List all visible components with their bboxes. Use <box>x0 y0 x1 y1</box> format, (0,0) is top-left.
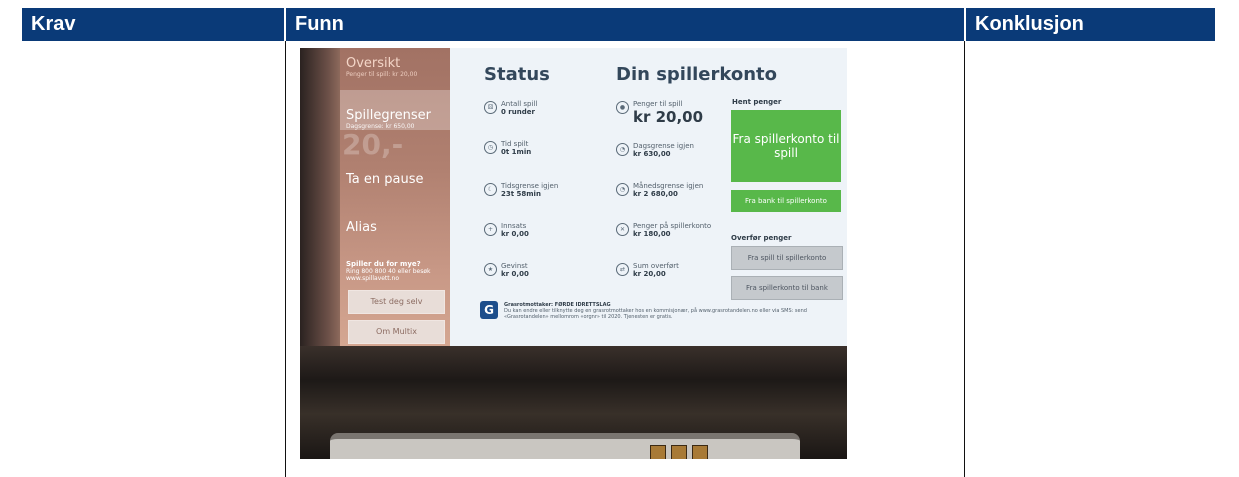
header-krav: Krav <box>22 8 284 41</box>
transfer-icon: ⇄ <box>616 263 629 276</box>
help-title: Spiller du for mye? <box>346 260 421 268</box>
main-panel: Status Din spillerkonto ⚄ Antall spill 0… <box>450 48 847 346</box>
stat-value: kr 20,00 <box>633 270 666 278</box>
sidebar-item-pause[interactable]: Ta en pause <box>346 172 424 187</box>
status-title: Status <box>484 64 550 85</box>
sidebar-item-label: Ta en pause <box>346 172 424 187</box>
moon-icon: ☾ <box>484 183 497 196</box>
stat-label: Sum overført <box>633 262 679 270</box>
sidebar: 20,- Oversikt Penger til spill: kr 20,00… <box>340 48 450 346</box>
stat-label: Dagsgrense igjen <box>633 142 694 150</box>
sidebar-item-spillegrenser[interactable]: Spillegrenser Dagsgrense: kr 650,00 <box>346 108 431 130</box>
coin-icon: + <box>484 223 497 236</box>
column-divider <box>964 41 965 477</box>
stat-tid-spilt: ◷ Tid spilt 0t 1min <box>484 140 531 156</box>
dice-icon: ⚄ <box>484 101 497 114</box>
about-multix-button[interactable]: Om Multix <box>348 320 445 344</box>
terminal-photo: 20,- Oversikt Penger til spill: kr 20,00… <box>300 48 847 459</box>
game-to-account-button[interactable]: Fra spill til spillerkonto <box>731 246 843 270</box>
stat-label: Penger til spill <box>633 100 683 108</box>
stat-label: Penger på spillerkonto <box>633 222 712 230</box>
stat-value: kr 180,00 <box>633 230 671 238</box>
star-icon: ★ <box>484 263 497 276</box>
stat-innsats: + Innsats kr 0,00 <box>484 222 529 238</box>
cross-icon: ✕ <box>616 223 629 236</box>
transfer-heading: Overfør penger <box>731 234 792 242</box>
stat-value: kr 20,00 <box>633 108 704 126</box>
konto-penger-paa-konto: ✕ Penger på spillerkonto kr 180,00 <box>616 222 711 238</box>
account-title: Din spillerkonto <box>616 64 778 85</box>
sidebar-item-label: Oversikt <box>346 56 401 71</box>
stat-antall-spill: ⚄ Antall spill 0 runder <box>484 100 537 116</box>
grasrot-logo: G <box>480 301 498 319</box>
pie-icon: ◔ <box>616 183 629 196</box>
hardware-button[interactable] <box>692 445 708 459</box>
test-yourself-button[interactable]: Test deg selv <box>348 290 445 314</box>
help-text: Ring 800 800 40 eller besøk www.spillave… <box>346 268 431 282</box>
stat-tidsgrense: ☾ Tidsgrense igjen 23t 58min <box>484 182 558 198</box>
stat-value: 0t 1min <box>501 148 532 156</box>
terminal-screen: 20,- Oversikt Penger til spill: kr 20,00… <box>340 48 847 346</box>
stat-label: Gevinst <box>501 262 528 270</box>
help-notice: Spiller du for mye? Ring 800 800 40 elle… <box>346 260 450 282</box>
coin-icon: ● <box>616 101 629 114</box>
stat-gevinst: ★ Gevinst kr 0,00 <box>484 262 529 278</box>
bezel-left <box>300 48 340 348</box>
hardware-button[interactable] <box>671 445 687 459</box>
sidebar-item-sublabel: Penger til spill: kr 20,00 <box>346 71 418 78</box>
pie-icon: ◔ <box>616 143 629 156</box>
stat-value: 23t 58min <box>501 190 541 198</box>
sidebar-item-label: Spillegrenser <box>346 108 432 123</box>
reflection-text: 20,- <box>342 128 404 161</box>
stat-label: Innsats <box>501 222 527 230</box>
sidebar-item-alias[interactable]: Alias <box>346 220 377 235</box>
konto-sum-overfort: ⇄ Sum overført kr 20,00 <box>616 262 679 278</box>
header-konklusjon: Konklusjon <box>966 8 1215 41</box>
account-to-bank-button[interactable]: Fra spillerkonto til bank <box>731 276 843 300</box>
stat-label: Månedsgrense igjen <box>633 182 704 190</box>
withdraw-heading: Hent penger <box>732 98 782 106</box>
konto-penger-til-spill: ● Penger til spill kr 20,00 <box>616 100 703 126</box>
stat-value: kr 2 680,00 <box>633 190 678 198</box>
column-divider <box>285 41 286 477</box>
konto-maanedsgrense: ◔ Månedsgrense igjen kr 2 680,00 <box>616 182 703 198</box>
button-label: Fra spillerkonto til spill <box>732 132 840 160</box>
header-funn: Funn <box>286 8 964 41</box>
sidebar-item-sublabel: Dagsgrense: kr 650,00 <box>346 123 415 130</box>
stat-value: 0 runder <box>501 108 535 116</box>
stat-label: Antall spill <box>501 100 538 108</box>
hardware-buttons <box>650 445 708 459</box>
ticket-slot <box>330 433 800 459</box>
account-to-game-button[interactable]: Fra spillerkonto til spill <box>731 110 841 182</box>
stat-value: kr 0,00 <box>501 270 529 278</box>
konto-dagsgrense: ◔ Dagsgrense igjen kr 630,00 <box>616 142 694 158</box>
stat-value: kr 0,00 <box>501 230 529 238</box>
grasrot-footer: Grasrotmottaker: FØRDE IDRETTSLAG Du kan… <box>504 302 834 320</box>
bank-to-account-button[interactable]: Fra bank til spillerkonto <box>731 190 841 212</box>
sidebar-item-label: Alias <box>346 220 377 235</box>
sidebar-item-oversikt[interactable]: Oversikt Penger til spill: kr 20,00 <box>346 56 417 78</box>
hardware-button[interactable] <box>650 445 666 459</box>
stat-label: Tidsgrense igjen <box>501 182 559 190</box>
stat-value: kr 630,00 <box>633 150 671 158</box>
stat-label: Tid spilt <box>501 140 529 148</box>
clock-icon: ◷ <box>484 141 497 154</box>
footer-text: Du kan endre eller tilknytte deg en gras… <box>504 308 807 320</box>
